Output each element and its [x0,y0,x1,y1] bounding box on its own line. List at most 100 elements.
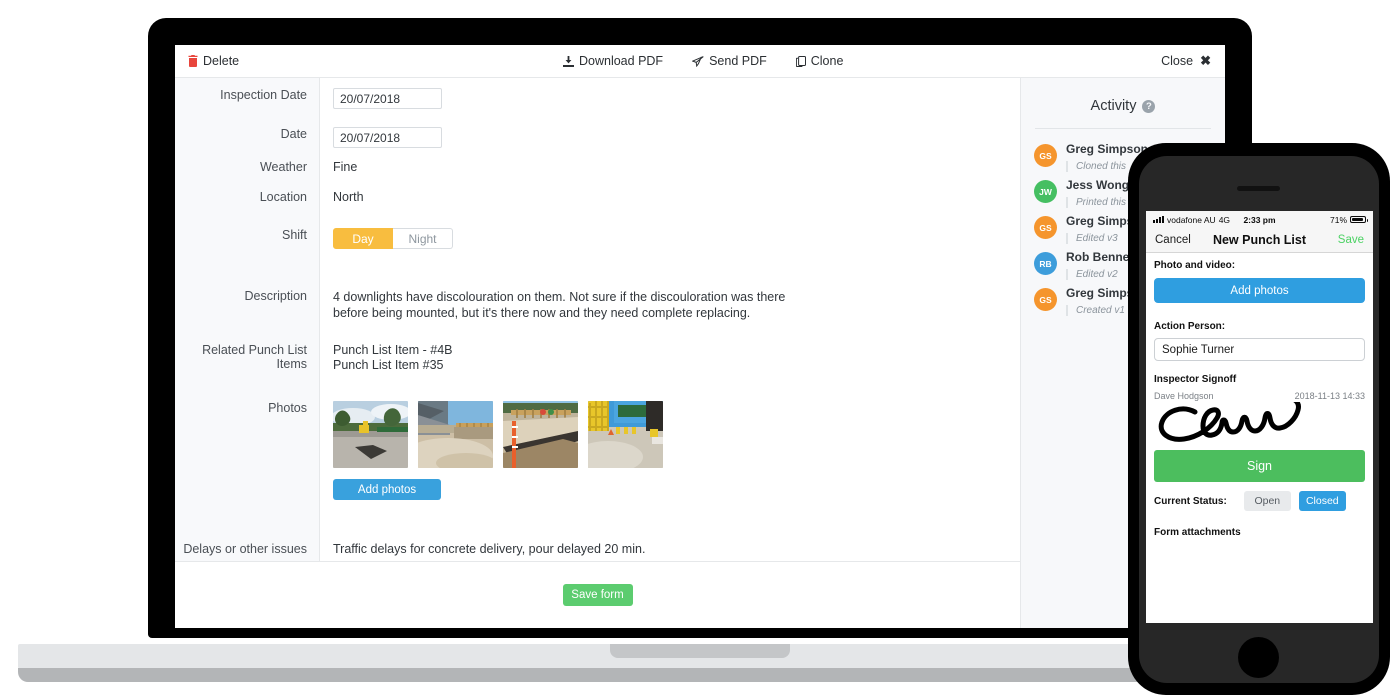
related-punch-list-values: Punch List Item - #4B Punch List Item #3… [320,343,453,373]
phone-speaker [1237,186,1280,191]
save-form-button[interactable]: Save form [562,583,633,606]
form-attachments-label: Form attachments [1154,527,1241,538]
delete-button[interactable]: Delete [188,54,239,68]
weather-value: Fine [333,160,358,174]
inspector-signoff-label: Inspector Signoff [1154,374,1237,385]
photo-video-label: Photo and video: [1154,260,1236,271]
punch-list-item[interactable]: Punch List Item - #4B [333,343,453,358]
phone-add-photos-button[interactable]: Add photos [1154,278,1365,303]
phone-home-button[interactable] [1238,637,1279,678]
form-row-weather: Weather Fine [175,160,1020,174]
phone-save-button[interactable]: Save [1338,234,1364,246]
phone-form: Photo and video: Add photos Action Perso… [1146,253,1373,538]
laptop-screen: Delete Download PDF Send PDF Clone Close… [175,45,1225,628]
activity-user-name: Greg Simpson [1066,142,1149,156]
app-body: Inspection Date Date [175,78,1225,628]
form-row-location: Location North [175,190,1020,204]
phone-screen: vodafone AU 4G 2:33 pm 71% Cancel New Pu… [1146,211,1373,623]
activity-action: Edited v2 [1066,269,1137,280]
signature-icon [1158,402,1301,442]
location-label: Location [259,190,307,204]
phone-sign-button[interactable]: Sign [1154,450,1365,482]
related-punch-list-label: Related Punch List Items [202,343,307,371]
shift-label: Shift [281,228,307,242]
download-pdf-button[interactable]: Download PDF [563,54,663,68]
status-segmented-control: Open Closed [1243,491,1346,511]
action-person-label: Action Person: [1154,321,1226,332]
description-value: 4 downlights have discolouration on them… [333,290,786,320]
avatar: GS [1034,288,1057,311]
phone-status-bar: vodafone AU 4G 2:33 pm 71% [1146,211,1373,228]
close-button[interactable]: Close ✖ [1161,53,1211,69]
delays-label: Delays or other issues [183,542,307,556]
photo-thumbnail[interactable] [418,401,493,468]
avatar: RB [1034,252,1057,275]
shift-option-day[interactable]: Day [333,228,393,249]
activity-user-name: Jess Wong [1066,178,1130,192]
signoff-timestamp: 2018-11-13 14:33 [1294,391,1365,401]
help-icon[interactable]: ? [1142,99,1156,113]
form-rows: Inspection Date Date [175,78,1020,561]
weather-label: Weather [259,160,307,174]
signoff-name: Dave Hodgson [1154,391,1214,401]
form-row-shift: Shift Day Night [175,228,1020,249]
location-value: North [333,190,364,204]
current-status-label: Current Status: [1154,495,1227,507]
avatar: GS [1034,216,1057,239]
form-row-punch-list: Related Punch List Items Punch List Item… [175,343,1020,373]
download-pdf-label: Download PDF [579,54,664,68]
form-row-photos: Photos Add photos [175,401,1020,500]
activity-user-name: Rob Bennett [1066,250,1138,264]
signoff-meta: Dave Hodgson 2018-11-13 14:33 [1154,391,1365,401]
photo-thumbnail[interactable] [503,401,578,468]
photo-thumbnail[interactable] [333,401,408,468]
date-input-group[interactable] [333,127,442,148]
send-pdf-label: Send PDF [709,54,767,68]
inspection-date-label: Inspection Date [220,88,307,102]
activity-action: Printed this [1066,197,1129,208]
send-pdf-button[interactable]: Send PDF [692,54,767,68]
activity-title: Activity [1090,98,1137,114]
close-icon: ✖ [1200,53,1211,68]
photo-thumbnail[interactable] [588,401,663,468]
close-label: Close [1161,54,1194,68]
form-row-inspection-date: Inspection Date [175,88,1020,109]
clone-label: Clone [810,54,844,68]
phone-nav-bar: Cancel New Punch List Save [1146,228,1373,253]
status-option-open[interactable]: Open [1243,491,1291,511]
download-icon [563,55,574,67]
date-label: Date [280,127,307,141]
screenshot-stage: Delete Download PDF Send PDF Clone Close… [0,0,1400,700]
photos-label: Photos [268,401,307,415]
form-pane: Inspection Date Date [175,78,1020,628]
phone-battery-percent: 71% [1329,214,1347,225]
copy-icon [795,55,806,67]
signature-area[interactable] [1154,401,1365,445]
date-input[interactable] [334,128,441,147]
avatar: JW [1034,180,1057,203]
clone-button[interactable]: Clone [795,54,844,68]
toolbar-actions: Download PDF Send PDF Clone [563,54,843,68]
form-row-delays: Delays or other issues Traffic delays fo… [175,542,1020,556]
punch-list-item[interactable]: Punch List Item #35 [333,358,453,373]
activity-header: Activity ? [1021,78,1225,114]
action-person-field[interactable]: Sophie Turner [1154,338,1365,361]
save-bar: Save form [175,561,1020,627]
form-row-description: Description 4 downlights have discoloura… [175,289,1020,321]
photo-thumbnail-list [333,401,663,468]
description-label: Description [244,289,307,303]
trash-icon [188,55,198,67]
paper-plane-icon [692,55,704,67]
inspection-date-input[interactable] [334,89,441,108]
inspection-date-input-group[interactable] [333,88,442,109]
form-row-date: Date [175,127,1020,148]
delete-label: Delete [203,54,240,68]
avatar: GS [1034,144,1057,167]
status-option-closed[interactable]: Closed [1298,491,1346,511]
phone-battery-group: 71% [1329,214,1368,225]
form-toolbar: Delete Download PDF Send PDF Clone Close… [175,45,1225,78]
battery-icon [1350,215,1368,224]
current-status-row: Current Status: Open Closed [1154,491,1365,511]
shift-option-night[interactable]: Night [393,228,453,249]
add-photos-button[interactable]: Add photos [333,479,441,500]
